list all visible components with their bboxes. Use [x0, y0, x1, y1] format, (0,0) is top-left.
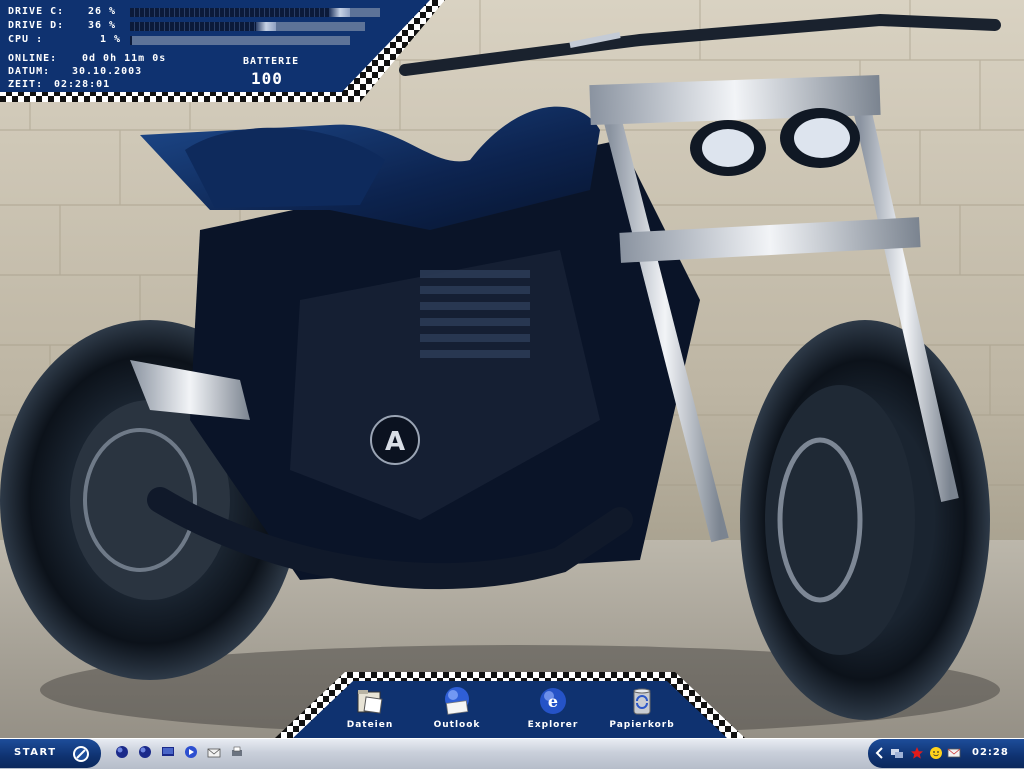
drive-d-label: DRIVE D: [8, 20, 65, 31]
battery-label: BATTERIE [243, 56, 300, 67]
internet-explorer-icon: e [540, 688, 566, 714]
start-logo-icon [73, 746, 89, 762]
drive-c-bar-fill [130, 8, 350, 17]
cpu-bar [130, 36, 350, 45]
zeit-value: 02:28:01 [54, 79, 111, 90]
start-button[interactable]: START [0, 739, 101, 768]
mail-icon[interactable] [947, 746, 961, 760]
dock-label-dateien: Dateien [346, 720, 394, 730]
drive-c-label: DRIVE C: [8, 6, 65, 17]
cpu-bar-fill [130, 36, 132, 45]
zeit-label: ZEIT: [8, 79, 44, 90]
dock-label-outlook: Outlook [433, 720, 481, 730]
quick-launch-globe-icon[interactable] [115, 745, 129, 759]
cpu-value: 1 % [100, 34, 122, 45]
recycle-bin-icon [633, 688, 651, 715]
tray-collapse-arrow-icon[interactable] [874, 746, 884, 760]
star-icon[interactable] [910, 746, 924, 760]
quick-launch-printer-icon[interactable] [230, 745, 244, 759]
dock-item-outlook[interactable]: Outlook [418, 684, 496, 736]
online-label: ONLINE: [8, 53, 58, 64]
bar-highlight [330, 8, 350, 17]
outlook-icon [445, 687, 469, 715]
dock-item-dateien[interactable]: Dateien [331, 684, 409, 736]
dock-item-explorer[interactable]: e Explorer [514, 684, 592, 736]
svg-text:e: e [548, 692, 558, 711]
cpu-label: CPU : [8, 34, 44, 45]
drive-d-value: 36 % [88, 20, 117, 31]
drive-c-value: 26 % [88, 6, 117, 17]
dock-label-explorer: Explorer [527, 720, 579, 730]
quick-launch-media-icon[interactable] [184, 745, 198, 759]
battery-value: 100 [251, 69, 283, 88]
network-icon[interactable] [890, 746, 904, 760]
dock-label-papierkorb: Papierkorb [609, 720, 675, 730]
smiley-icon[interactable] [929, 746, 943, 760]
quick-launch-globe-icon-2[interactable] [138, 745, 152, 759]
quick-launch-mail-icon[interactable] [207, 745, 221, 759]
desktop-wallpaper: A [0, 0, 1024, 768]
online-value: 0d 0h 11m 0s [82, 53, 167, 64]
dock-item-papierkorb[interactable]: Papierkorb [603, 684, 681, 736]
system-tray: 02:28 [868, 739, 1024, 768]
start-label: START [14, 747, 57, 758]
drive-d-bar [130, 22, 365, 31]
drive-d-bar-fill [130, 22, 276, 31]
datum-label: DATUM: [8, 66, 51, 77]
svg-text:A: A [385, 427, 405, 457]
taskbar-clock[interactable]: 02:28 [972, 747, 1009, 758]
bar-highlight [256, 22, 276, 31]
folder-icon [357, 690, 383, 714]
datum-value: 30.10.2003 [72, 66, 143, 77]
drive-c-bar [130, 8, 380, 17]
quick-launch-desktop-icon[interactable] [161, 745, 175, 759]
